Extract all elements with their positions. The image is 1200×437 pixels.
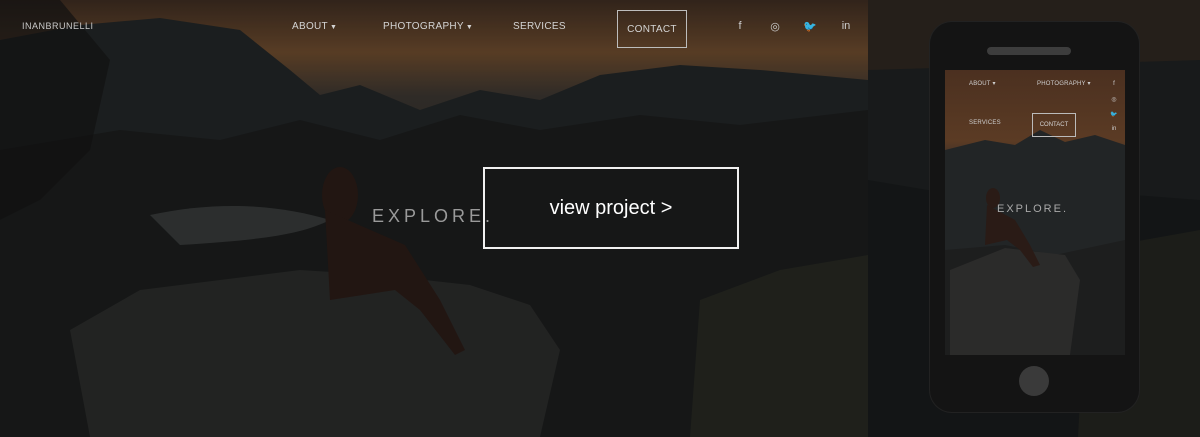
linkedin-icon[interactable]: in xyxy=(839,19,853,33)
mobile-nav-contact-button[interactable]: CONTACT xyxy=(1032,113,1076,137)
mobile-nav-photography[interactable]: PHOTOGRAPHY ▾ xyxy=(1037,80,1091,87)
phone-mockup: ABOUT ▾ PHOTOGRAPHY ▾ SERVICES CONTACT f… xyxy=(930,22,1139,412)
twitter-icon[interactable]: 🐦 xyxy=(1110,110,1118,118)
instagram-icon[interactable]: ◎ xyxy=(768,19,782,33)
nav-services[interactable]: SERVICES xyxy=(513,21,566,32)
chevron-down-icon: ▾ xyxy=(1087,81,1091,87)
instagram-icon[interactable]: ◎ xyxy=(1110,95,1118,103)
phone-screen: ABOUT ▾ PHOTOGRAPHY ▾ SERVICES CONTACT f… xyxy=(945,70,1125,355)
view-project-button[interactable]: view project > xyxy=(483,167,739,249)
nav-about[interactable]: ABOUT ▼ xyxy=(292,21,337,32)
mobile-nav-services[interactable]: SERVICES xyxy=(969,120,1001,126)
facebook-icon[interactable]: f xyxy=(733,19,747,33)
linkedin-icon[interactable]: in xyxy=(1110,125,1118,133)
hero-explore-text: EXPLORE. xyxy=(372,206,495,226)
chevron-down-icon: ▼ xyxy=(465,24,474,31)
mobile-nav-about[interactable]: ABOUT ▾ xyxy=(969,80,996,87)
mobile-nav-about-label: ABOUT xyxy=(969,81,991,87)
facebook-icon[interactable]: f xyxy=(1110,80,1118,88)
chevron-down-icon: ▾ xyxy=(992,81,996,87)
site-logo[interactable]: INANBRUNELLI xyxy=(22,21,94,31)
chevron-down-icon: ▼ xyxy=(329,24,338,31)
nav-photography[interactable]: PHOTOGRAPHY ▼ xyxy=(383,21,473,32)
phone-speaker xyxy=(987,47,1071,55)
nav-about-label: ABOUT xyxy=(292,21,328,32)
twitter-icon[interactable]: 🐦 xyxy=(803,19,817,33)
mobile-nav-photography-label: PHOTOGRAPHY xyxy=(1037,81,1086,87)
nav-contact-button[interactable]: CONTACT xyxy=(617,10,687,48)
mobile-explore-text: EXPLORE. xyxy=(997,203,1069,215)
nav-photography-label: PHOTOGRAPHY xyxy=(383,21,464,32)
phone-home-button xyxy=(1019,366,1049,396)
